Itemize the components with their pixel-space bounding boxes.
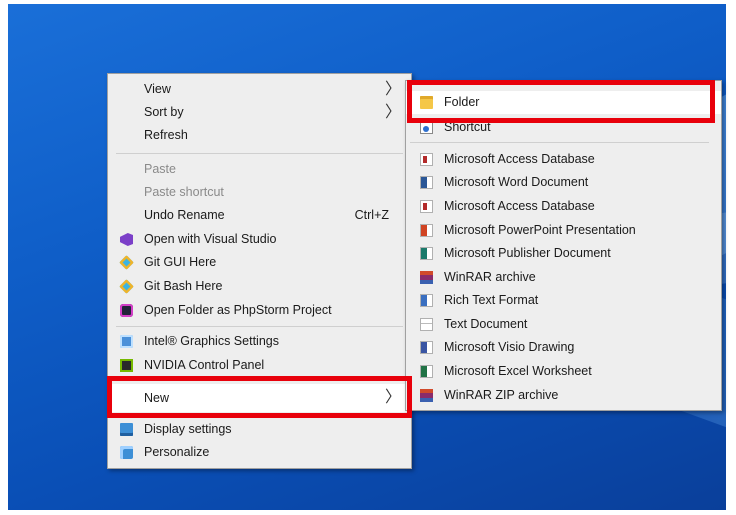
menu-item-label: Microsoft PowerPoint Presentation [444,223,636,237]
nvidia-icon [120,359,133,372]
keyboard-shortcut: Ctrl+Z [354,208,389,222]
menu-item-open-visual-studio[interactable]: Open with Visual Studio [108,228,411,251]
menu-separator [116,153,403,154]
menu-item-label: Paste shortcut [144,185,224,199]
menu-item-label: Folder [444,95,480,109]
shortcut-icon [420,121,433,134]
winrar-icon [420,271,433,284]
powerpoint-icon [420,224,433,237]
submenu-item-shortcut[interactable]: Shortcut [406,116,721,139]
menu-item-label: Microsoft Access Database [444,152,595,166]
menu-item-label: Open Folder as PhpStorm Project [144,303,332,317]
text-document-icon [420,318,433,331]
menu-item-intel-graphics[interactable]: Intel® Graphics Settings [108,330,411,353]
menu-item-label: Text Document [444,317,528,331]
phpstorm-icon [120,304,133,317]
menu-item-label: Sort by [144,105,184,119]
access-database-icon [420,153,433,166]
menu-item-sort-by[interactable]: Sort by 〉 [108,101,411,124]
menu-item-view[interactable]: View 〉 [108,78,411,101]
menu-item-label: New [144,391,170,405]
menu-item-label: Paste [144,162,176,176]
menu-item-label: Microsoft Access Database [444,199,595,213]
menu-item-label: Microsoft Publisher Document [444,246,611,260]
menu-item-label: WinRAR archive [444,270,536,284]
submenu-item-publisher[interactable]: Microsoft Publisher Document [406,242,721,265]
menu-separator [116,380,403,381]
submenu-item-folder[interactable]: Folder [406,91,721,114]
menu-item-label: Open with Visual Studio [144,232,277,246]
desktop-context-menu: View 〉 Sort by 〉 Refresh Paste Paste sho… [107,73,412,469]
new-submenu: Folder Shortcut Microsoft Access Databas… [405,80,722,411]
menu-item-new[interactable]: New 〉 [108,384,411,412]
intel-graphics-icon [120,335,133,348]
access-database-icon [420,200,433,213]
chevron-right-icon: 〉 [384,104,401,121]
menu-item-label: Microsoft Visio Drawing [444,340,575,354]
submenu-item-excel[interactable]: Microsoft Excel Worksheet [406,360,721,383]
git-icon [119,255,134,270]
menu-item-undo-rename[interactable]: Undo Rename Ctrl+Z [108,204,411,227]
git-icon [119,279,134,294]
menu-item-label: Undo Rename [144,208,225,222]
menu-item-git-bash[interactable]: Git Bash Here [108,275,411,298]
menu-item-git-gui[interactable]: Git GUI Here [108,251,411,274]
menu-item-label: Refresh [144,128,188,142]
menu-separator [116,416,403,417]
menu-item-label: Microsoft Word Document [444,175,589,189]
submenu-item-access-database-2[interactable]: Microsoft Access Database [406,195,721,218]
word-document-icon [420,176,433,189]
menu-item-label: Display settings [144,422,232,436]
display-icon [120,423,133,436]
visual-studio-icon [120,233,133,246]
menu-item-label: Shortcut [444,120,491,134]
submenu-item-rich-text[interactable]: Rich Text Format [406,289,721,312]
submenu-item-visio[interactable]: Microsoft Visio Drawing [406,336,721,359]
submenu-item-access-database[interactable]: Microsoft Access Database [406,148,721,171]
menu-separator [116,326,403,327]
menu-item-label: Intel® Graphics Settings [144,334,279,348]
publisher-icon [420,247,433,260]
menu-separator [410,142,709,143]
menu-item-label: Git Bash Here [144,279,223,293]
menu-item-label: Microsoft Excel Worksheet [444,364,592,378]
submenu-item-powerpoint[interactable]: Microsoft PowerPoint Presentation [406,219,721,242]
excel-icon [420,365,433,378]
menu-item-label: Git GUI Here [144,255,217,269]
chevron-right-icon: 〉 [384,81,401,98]
submenu-item-winrar-zip[interactable]: WinRAR ZIP archive [406,384,721,407]
menu-item-refresh[interactable]: Refresh [108,124,411,147]
menu-item-personalize[interactable]: Personalize [108,441,411,464]
menu-item-display-settings[interactable]: Display settings [108,418,411,441]
menu-item-label: WinRAR ZIP archive [444,388,559,402]
submenu-item-text-document[interactable]: Text Document [406,313,721,336]
menu-item-label: View [144,82,171,96]
submenu-item-winrar-archive[interactable]: WinRAR archive [406,266,721,289]
menu-item-phpstorm[interactable]: Open Folder as PhpStorm Project [108,299,411,322]
personalize-icon [120,446,133,459]
menu-item-label: Personalize [144,445,210,459]
submenu-item-word-document[interactable]: Microsoft Word Document [406,171,721,194]
menu-item-label: Rich Text Format [444,293,539,307]
chevron-right-icon: 〉 [384,389,401,406]
menu-item-paste: Paste [108,158,411,181]
winrar-zip-icon [420,389,433,402]
menu-item-label: NVIDIA Control Panel [144,358,265,372]
menu-item-paste-shortcut: Paste shortcut [108,181,411,204]
rich-text-icon [420,294,433,307]
menu-item-nvidia[interactable]: NVIDIA Control Panel [108,354,411,377]
visio-icon [420,341,433,354]
folder-icon [420,96,433,109]
